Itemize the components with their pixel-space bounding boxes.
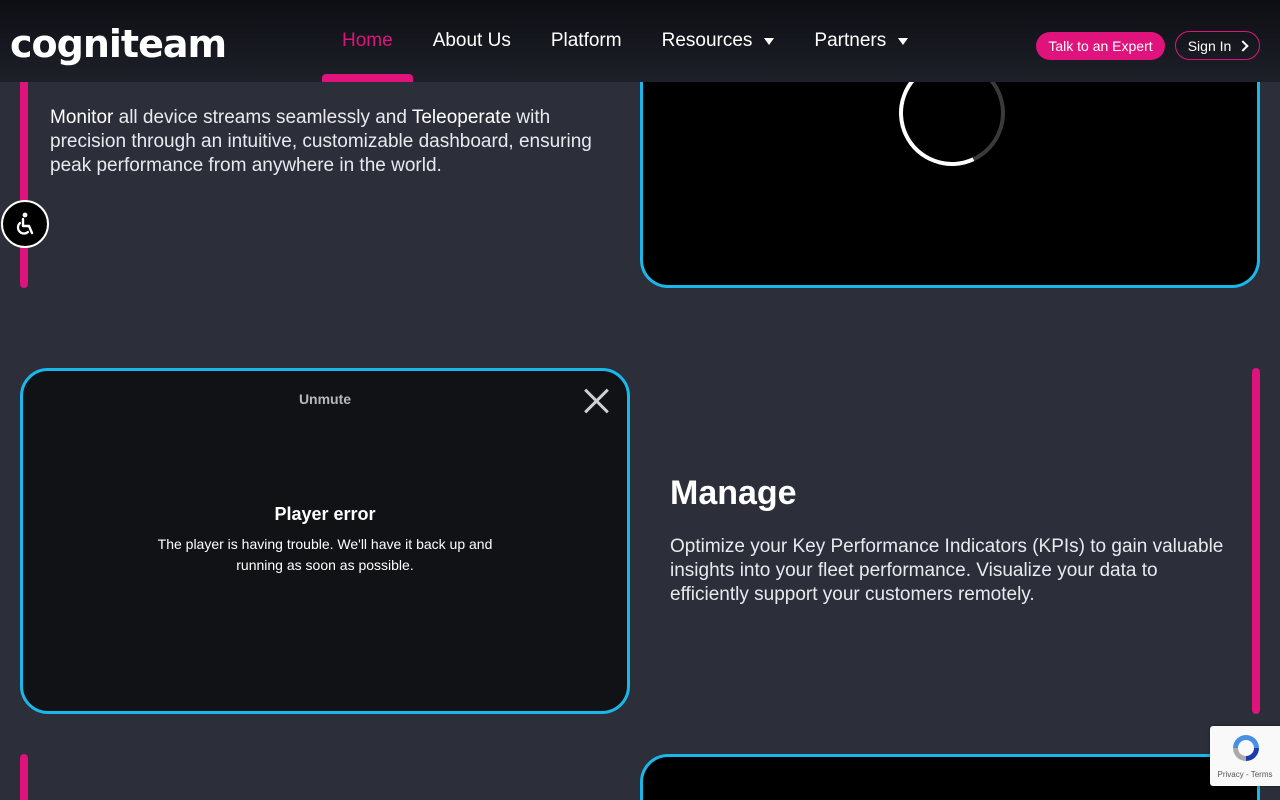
nav-home-label: Home (342, 30, 393, 51)
nav-about-us[interactable]: About Us (413, 0, 531, 82)
teleoperate-keyword: Teleoperate (411, 107, 512, 128)
nav-home[interactable]: Home (322, 0, 413, 82)
nav-partners[interactable]: Partners (794, 0, 928, 82)
cogniteam-logo[interactable]: cogniteam (10, 22, 227, 66)
accent-bar-right (1252, 368, 1260, 714)
main-nav: Home About Us Platform Resources Partner… (322, 0, 928, 82)
monitor-description: Monitor all device streams seamlessly an… (50, 106, 610, 178)
chevron-right-icon (1237, 39, 1249, 52)
nav-resources-label: Resources (661, 30, 753, 51)
caret-down-icon (764, 37, 775, 45)
nav-about-us-label: About Us (432, 30, 511, 51)
video-player-monitor[interactable] (640, 45, 1260, 288)
video-player-manage[interactable]: Unmute Player error The player is having… (20, 368, 630, 714)
site-header: cogniteam Home About Us Platform Resourc… (0, 0, 1280, 82)
close-icon[interactable] (583, 387, 611, 415)
nav-resources[interactable]: Resources (642, 0, 795, 82)
video-player-next[interactable] (640, 754, 1260, 800)
manage-description: Optimize your Key Performance Indicators… (670, 536, 1224, 605)
accessibility-button[interactable] (1, 200, 49, 248)
sign-in-label: Sign In (1187, 37, 1232, 54)
accent-bar-left (20, 82, 28, 288)
accent-bar-left (20, 754, 28, 800)
accessibility-icon (16, 212, 34, 235)
recaptcha-privacy-terms[interactable]: Privacy - Terms (1210, 770, 1280, 779)
monitor-keyword: Monitor (50, 107, 114, 128)
nav-platform-label: Platform (550, 30, 622, 51)
manage-heading: Manage (670, 474, 797, 512)
talk-to-expert-button[interactable]: Talk to an Expert (1036, 32, 1165, 60)
nav-partners-label: Partners (814, 30, 887, 51)
unmute-button[interactable]: Unmute (23, 391, 627, 407)
recaptcha-badge[interactable]: Privacy - Terms (1210, 726, 1280, 786)
monitor-text: all device streams seamlessly and (113, 107, 412, 128)
player-error-title: Player error (274, 504, 376, 524)
nav-platform[interactable]: Platform (531, 0, 642, 82)
player-error-message: The player is having trouble. We'll have… (157, 536, 493, 573)
caret-down-icon (898, 37, 909, 45)
recaptcha-icon (1233, 735, 1259, 761)
sign-in-button[interactable]: Sign In (1175, 31, 1260, 60)
